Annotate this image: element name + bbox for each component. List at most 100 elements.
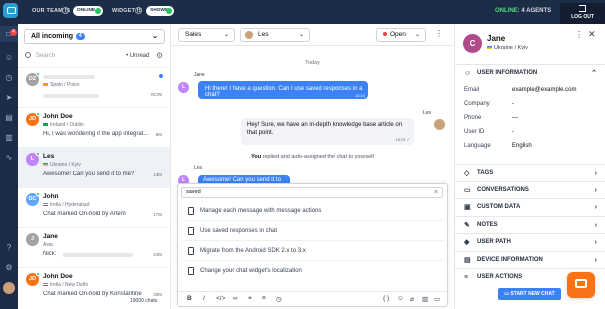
status-dot: [383, 32, 387, 36]
logout-button[interactable]: LOG OUT: [560, 3, 605, 24]
variables-icon[interactable]: { }: [383, 295, 389, 302]
widget-shown-toggle[interactable]: SHOWN: [146, 6, 174, 16]
field-label: Email: [464, 87, 480, 93]
saved-response-option[interactable]: Use saved responses in chat: [182, 221, 444, 241]
avatar: DZ: [26, 72, 40, 86]
section-custom-data[interactable]: ▣ CUSTOM DATA ›: [455, 198, 605, 215]
section-label: USER PATH: [477, 239, 511, 245]
canned-response-icon[interactable]: ▭: [434, 295, 440, 303]
avatar: J: [26, 233, 39, 246]
clock-icon[interactable]: ◷: [276, 295, 282, 303]
online-dot: [36, 272, 40, 276]
chat-name: John: [43, 193, 59, 200]
assignee-select[interactable]: Les ⌄: [240, 28, 310, 42]
book-icon[interactable]: ▥: [422, 295, 428, 303]
chat-widget-launcher[interactable]: [567, 272, 595, 298]
send-icon[interactable]: ➤: [4, 93, 14, 103]
section-label: TAGS: [477, 170, 494, 176]
chat-list-item[interactable]: JD John Doe Ireland / Dublin Hi, I was w…: [18, 107, 170, 147]
option-label: Use saved responses in chat: [200, 228, 278, 234]
tag-icon: ◇: [464, 170, 470, 177]
team-online-toggle[interactable]: ONLINE: [73, 6, 103, 16]
section-notes[interactable]: ✎ NOTES ›: [455, 216, 605, 233]
section-device-information[interactable]: ▤ DEVICE INFORMATION ›: [455, 251, 605, 268]
option-label: Migrate from the Android SDK 2.x to 3.x: [200, 248, 306, 254]
message-placeholder: [43, 94, 99, 98]
section-label: NOTES: [477, 222, 498, 228]
saved-response-search-input[interactable]: saved ×: [181, 187, 443, 198]
saved-response-option[interactable]: Manage each message with message actions: [182, 201, 444, 221]
outgoing-message: Hey! Sure, we have an in-depth knowledge…: [241, 118, 414, 145]
message-time: 18:24: [354, 93, 365, 98]
help-icon[interactable]: ?: [135, 7, 142, 14]
chat-list-item[interactable]: DZ Spain / Poiso NOW: [18, 67, 170, 107]
saved-response-option[interactable]: Change your chat widget's localization: [182, 261, 444, 281]
quote-icon[interactable]: ❝: [248, 295, 252, 303]
formatting-toolbar: B I </> ∞ ❝ ≡ ◷ { } ☺ ⌀ ▥ ▭: [178, 291, 447, 307]
search-placeholder: Search: [36, 53, 56, 59]
online-label: ONLINE:: [495, 8, 520, 14]
device-icon: ▤: [464, 257, 471, 264]
chat-name: John Doe: [43, 273, 73, 280]
section-label: USER INFORMATION: [477, 70, 538, 76]
status-select[interactable]: Open ⌄: [376, 28, 426, 42]
code-icon[interactable]: </>: [216, 295, 225, 302]
department-select[interactable]: Sales ⌄: [178, 28, 235, 42]
flag-icon: [487, 46, 492, 49]
app-logo-icon[interactable]: [3, 3, 18, 18]
online-dot: [36, 112, 40, 116]
chat-time: 29M: [153, 292, 162, 297]
help-icon[interactable]: ?: [62, 7, 69, 14]
list-icon[interactable]: ≡: [262, 295, 266, 302]
avatar-initials: JD: [28, 276, 37, 282]
more-options-icon[interactable]: ⋮: [435, 29, 443, 38]
avatar-initials: JD: [28, 116, 37, 122]
list-settings-icon[interactable]: ⚙: [156, 50, 163, 62]
user-avatar[interactable]: [3, 282, 15, 294]
chat-location: Ireland / Dublin: [43, 122, 84, 128]
inbox-filter-select[interactable]: All incoming 4 ⌄: [24, 29, 165, 44]
history-icon[interactable]: ◷: [4, 73, 14, 83]
chat-list-item[interactable]: DC John India / Hyderabad Chat marked On…: [18, 187, 170, 227]
inbox-icon[interactable]: ▤: [4, 113, 14, 123]
section-user-path[interactable]: ◆ USER PATH ›: [455, 233, 605, 250]
emoji-icon[interactable]: ☺: [397, 295, 404, 302]
users-icon[interactable]: ☺: [4, 53, 14, 63]
close-icon[interactable]: ✕: [588, 29, 596, 40]
bold-icon[interactable]: B: [187, 295, 192, 302]
section-tags[interactable]: ◇ TAGS ›: [455, 164, 605, 181]
location-text: Ireland / Dublin: [50, 122, 84, 128]
section-user-information[interactable]: ☺ USER INFORMATION ⌃: [455, 64, 605, 81]
more-options-icon[interactable]: ⋮: [575, 30, 583, 39]
help-center-icon[interactable]: ?: [4, 243, 14, 253]
start-new-chat-button[interactable]: ▭ START NEW CHAT: [498, 288, 561, 300]
button-label: START NEW CHAT: [510, 291, 555, 297]
conversation-toolbar: Sales ⌄ Les ⌄ Open ⌄ ⋮: [171, 24, 454, 46]
option-label: Change your chat widget's localization: [200, 268, 302, 274]
chat-list-item[interactable]: J Jane Asia Nick: 24M: [18, 227, 170, 267]
chevron-right-icon: ›: [594, 170, 597, 177]
search-value: saved: [186, 189, 201, 195]
unread-filter[interactable]: • Unread: [126, 50, 149, 62]
chat-search-input[interactable]: Search: [24, 50, 120, 62]
saved-response-option[interactable]: Migrate from the Android SDK 2.x to 3.x: [182, 241, 444, 261]
top-bar: OUR TEAM IS ? ONLINE WIDGET IS ? SHOWN O…: [0, 0, 605, 24]
italic-icon[interactable]: I: [203, 295, 205, 302]
settings-icon[interactable]: ⚙: [4, 263, 14, 273]
chat-preview: Awesome! Can you send it to me?: [43, 171, 135, 177]
knowledge-base-icon[interactable]: ▥: [4, 133, 14, 143]
link-icon[interactable]: ∞: [233, 295, 238, 302]
flag-icon: [43, 283, 48, 286]
system-actor: You: [251, 154, 262, 160]
analytics-icon[interactable]: ∿: [4, 153, 14, 163]
chat-list-item-active[interactable]: L Les Ukraine / Kyiv Awesome! Can you se…: [18, 147, 170, 187]
clear-icon[interactable]: ×: [434, 188, 438, 197]
left-nav: ▭ 4 ☺ ◷ ➤ ▤ ▥ ∿ ? ⚙: [0, 24, 18, 309]
message-placeholder: [63, 253, 133, 257]
assignee-value: Les: [258, 31, 269, 38]
location-text: India / New Delhi: [50, 282, 88, 288]
section-conversations[interactable]: ▭ CONVERSATIONS ›: [455, 181, 605, 198]
message-text: Hey! Sure, we have an in-depth knowledge…: [247, 122, 403, 136]
chat-name: Jane: [43, 233, 58, 240]
attach-icon[interactable]: ⌀: [410, 295, 414, 303]
